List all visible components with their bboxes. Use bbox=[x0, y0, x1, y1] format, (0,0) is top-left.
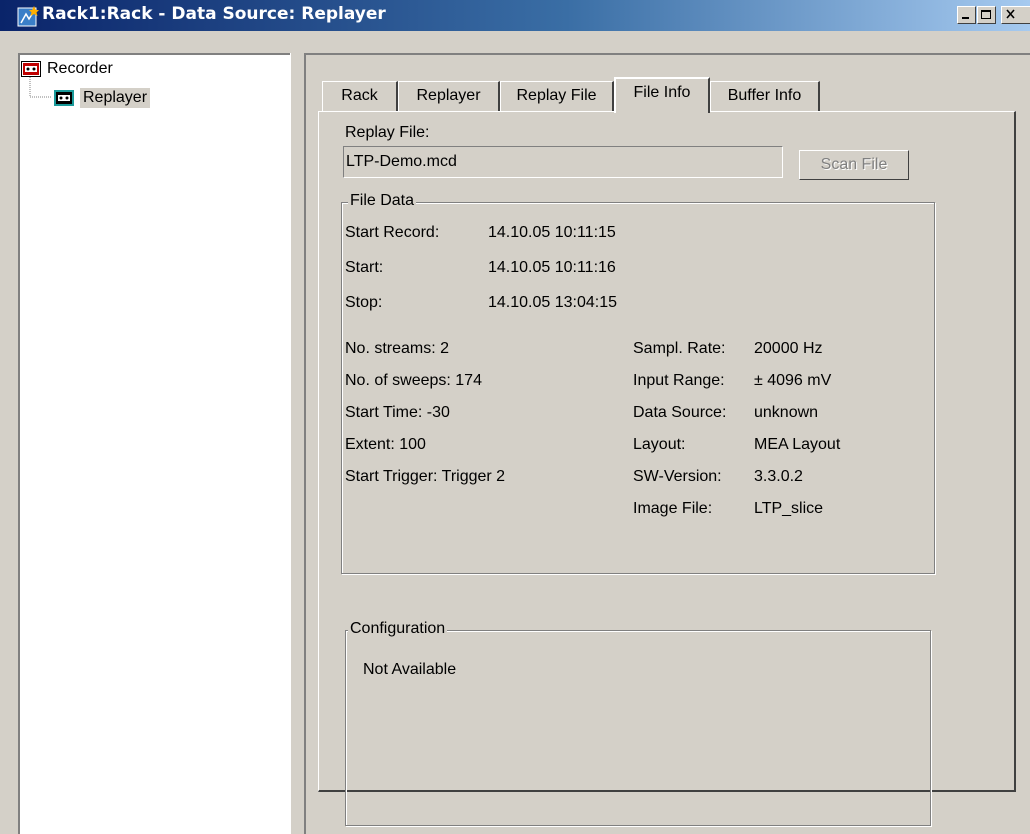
configuration-group: Configuration Not Available bbox=[345, 620, 931, 826]
sweeps-info: No. of sweeps: 174 bbox=[345, 372, 482, 389]
tree-item-replayer[interactable]: Replayer bbox=[54, 88, 151, 108]
app-icon bbox=[17, 6, 39, 27]
input-range-label: Input Range: bbox=[633, 372, 725, 389]
maximize-icon bbox=[981, 10, 991, 19]
layout-value: MEA Layout bbox=[754, 436, 841, 453]
replay-file-label: Replay File: bbox=[345, 124, 430, 141]
maximize-button[interactable] bbox=[977, 6, 996, 24]
tree-item-recorder[interactable]: Recorder bbox=[21, 60, 113, 78]
start-value: 14.10.05 10:11:16 bbox=[488, 259, 616, 276]
tab-replay-file[interactable]: Replay File bbox=[500, 81, 614, 111]
image-file-label: Image File: bbox=[633, 500, 713, 517]
sw-version-value: 3.3.0.2 bbox=[754, 468, 803, 485]
file-info-panel: Replay File: LTP-Demo.mcd Scan File File… bbox=[318, 111, 1016, 826]
streams-info: No. streams: 2 bbox=[345, 340, 450, 357]
tab-label: Replay File bbox=[516, 87, 597, 104]
pane-splitter[interactable] bbox=[290, 53, 304, 834]
sw-version-label: SW-Version: bbox=[633, 468, 722, 485]
input-range-value: ± 4096 mV bbox=[754, 372, 832, 389]
properties-pane: Rack Replayer Replay File File Info Buff… bbox=[304, 53, 1030, 834]
window-title: Rack1:Rack - Data Source: Replayer bbox=[42, 4, 386, 24]
configuration-legend: Configuration bbox=[348, 620, 448, 638]
start-label: Start: bbox=[345, 259, 384, 276]
replay-file-field[interactable]: LTP-Demo.mcd bbox=[343, 146, 783, 178]
tab-file-info[interactable]: File Info bbox=[614, 77, 710, 113]
close-button[interactable] bbox=[1001, 6, 1030, 24]
minimize-button[interactable] bbox=[957, 6, 976, 24]
sampl-rate-label: Sampl. Rate: bbox=[633, 340, 726, 357]
tab-label: Rack bbox=[341, 87, 378, 104]
tab-buffer-info[interactable]: Buffer Info bbox=[710, 81, 820, 111]
configuration-text: Not Available bbox=[363, 661, 457, 678]
tab-rack[interactable]: Rack bbox=[322, 81, 398, 111]
app-window: Rack1:Rack - Data Source: Replayer Recor… bbox=[0, 0, 1030, 834]
tab-label: Buffer Info bbox=[727, 87, 802, 104]
start-time-info: Start Time: -30 bbox=[345, 404, 450, 421]
data-source-label: Data Source: bbox=[633, 404, 727, 421]
tree-item-label: Recorder bbox=[47, 60, 113, 77]
close-icon bbox=[1006, 9, 1015, 19]
stop-label: Stop: bbox=[345, 294, 383, 311]
recorder-icon bbox=[21, 61, 41, 77]
stop-value: 14.10.05 13:04:15 bbox=[488, 294, 618, 311]
start-record-value: 14.10.05 10:11:15 bbox=[488, 224, 616, 241]
tree-pane[interactable]: Recorder Replayer bbox=[18, 53, 290, 834]
start-trigger-info: Start Trigger: Trigger 2 bbox=[345, 468, 506, 485]
tree-item-label: Replayer bbox=[80, 88, 151, 108]
replayer-icon bbox=[54, 90, 74, 106]
title-bar[interactable]: Rack1:Rack - Data Source: Replayer bbox=[0, 0, 1030, 31]
tab-replayer[interactable]: Replayer bbox=[398, 81, 500, 111]
tab-label: Replayer bbox=[416, 87, 481, 104]
minimize-icon bbox=[962, 17, 969, 19]
extent-info: Extent: 100 bbox=[345, 436, 426, 453]
sampl-rate-value: 20000 Hz bbox=[754, 340, 823, 357]
tab-label: File Info bbox=[633, 84, 691, 101]
layout-label: Layout: bbox=[633, 436, 686, 453]
start-record-label: Start Record: bbox=[345, 224, 440, 241]
image-file-value: LTP_slice bbox=[754, 500, 824, 517]
file-data-legend: File Data bbox=[348, 192, 417, 210]
data-source-value: unknown bbox=[754, 404, 819, 421]
scan-file-button[interactable]: Scan File bbox=[799, 150, 909, 180]
file-data-group: File Data Start Record: 14.10.05 10:11:1… bbox=[341, 192, 935, 574]
